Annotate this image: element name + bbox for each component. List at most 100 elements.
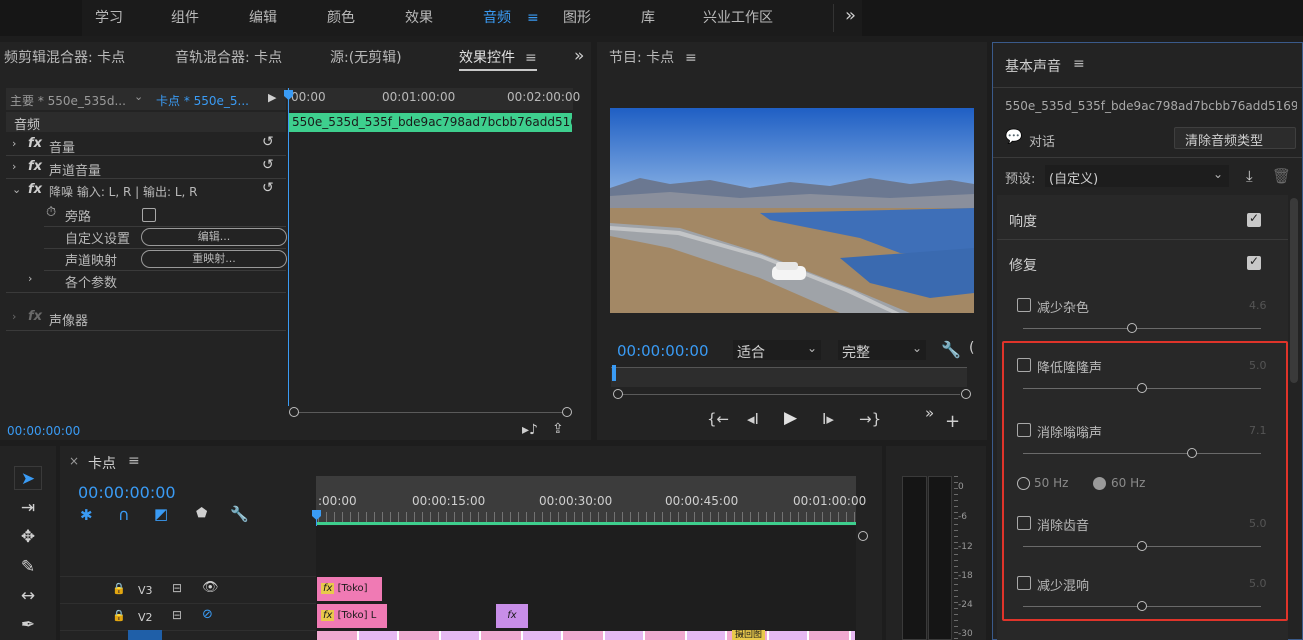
denoise-expand-icon[interactable]: ⌄ [12, 183, 21, 196]
desser-value[interactable]: 5.0 [1249, 517, 1267, 530]
snap-icon[interactable]: ∩ [118, 505, 130, 524]
bypass-checkbox[interactable] [142, 208, 156, 222]
ec-scroll-start-handle[interactable] [289, 407, 299, 417]
channel-volume-fx-icon[interactable]: fx [28, 159, 42, 174]
track-v3-sync-icon[interactable]: ⊟ [172, 581, 182, 595]
menu-overflow-icon[interactable]: » [845, 1, 856, 31]
ec-export-icon[interactable]: ⇪ [552, 421, 564, 437]
track-v2-eye-hidden-icon[interactable]: ⊘ [202, 607, 213, 622]
reduce-rumble-slider-knob[interactable] [1137, 383, 1147, 393]
dehum-value[interactable]: 7.1 [1249, 424, 1267, 437]
reduce-noise-checkbox[interactable] [1017, 298, 1031, 312]
program-timecode[interactable]: 00:00:00:00 [617, 342, 709, 360]
reduce-rumble-value[interactable]: 5.0 [1249, 359, 1267, 372]
clip-v1-strip[interactable] [317, 631, 855, 640]
loudness-label[interactable]: 响度 [1009, 211, 1037, 231]
track-v3-label[interactable]: V3 [138, 584, 153, 597]
volume-reset-icon[interactable]: ↺ [262, 134, 274, 150]
timeline-title[interactable]: 卡点 [88, 453, 116, 473]
timeline-vscroll-handle[interactable] [858, 531, 868, 541]
channel-volume-expand-icon[interactable]: › [12, 160, 16, 173]
es-scrollbar[interactable] [1290, 198, 1298, 383]
repair-label[interactable]: 修复 [1009, 255, 1037, 275]
track-select-tool-icon[interactable]: ⇥ [14, 496, 42, 520]
selection-tool-icon[interactable]: ➤ [14, 466, 42, 490]
add-button-icon[interactable]: + [945, 411, 960, 432]
reduce-noise-value[interactable]: 4.6 [1249, 299, 1267, 312]
preset-dropdown[interactable]: (自定义) ⌄ [1045, 165, 1229, 187]
settings-wrench-icon[interactable]: 🔧 [941, 340, 961, 359]
go-to-in-icon[interactable]: {← [707, 410, 729, 428]
program-zoom-end[interactable] [961, 389, 971, 399]
reverb-value[interactable]: 5.0 [1249, 577, 1267, 590]
slip-tool-icon[interactable]: ↔ [14, 584, 42, 608]
dehum-checkbox[interactable] [1017, 423, 1031, 437]
dehum-slider-track[interactable] [1023, 453, 1261, 454]
reverb-slider-knob[interactable] [1137, 601, 1147, 611]
save-preset-icon[interactable]: ⤓ [1246, 167, 1253, 185]
delete-preset-icon[interactable]: 🗑 [1272, 167, 1291, 185]
program-zoom-track[interactable] [620, 394, 960, 395]
reverb-checkbox[interactable] [1017, 576, 1031, 590]
panner-fx-icon[interactable]: fx [28, 309, 42, 324]
master-clip-label[interactable]: 主要 * 550e_535d... [10, 92, 126, 109]
clip-v2-fx[interactable]: fx [496, 604, 528, 628]
panel-overflow-icon[interactable]: » [574, 41, 584, 71]
menu-effects[interactable]: 效果 [405, 3, 433, 33]
timeline-settings-icon[interactable]: 🔧 [230, 505, 249, 523]
ec-scroll-end-handle[interactable] [562, 407, 572, 417]
nest-toggle-icon[interactable]: ✱ [80, 506, 93, 524]
volume-expand-icon[interactable]: › [12, 137, 16, 150]
panner-expand-icon[interactable]: › [12, 310, 16, 323]
track-v1-target[interactable] [128, 630, 162, 640]
clip-v2-toko[interactable]: fx [Toko] L [317, 604, 387, 628]
params-expand-icon[interactable]: › [28, 272, 32, 285]
reduce-noise-slider-track[interactable] [1023, 328, 1261, 329]
ec-clip-bar[interactable]: 550e_535d_535f_bde9ac798ad7bcbb76add5169… [289, 113, 572, 132]
timeline-work-area-bar[interactable] [316, 522, 856, 525]
ec-play-audio-icon[interactable]: ▸♪ [522, 422, 538, 438]
program-title[interactable]: 节目: 卡点 [609, 43, 674, 73]
track-v3-lock-icon[interactable]: 🔒 [112, 582, 126, 595]
program-overflow-icon[interactable]: ( [969, 340, 974, 356]
clear-audio-type-button[interactable]: 清除音频类型 [1174, 127, 1296, 149]
video-frame[interactable] [610, 108, 974, 313]
volume-fx-icon[interactable]: fx [28, 136, 42, 151]
menu-audio-hamburger-icon[interactable]: ≡ [527, 3, 539, 33]
channel-volume-reset-icon[interactable]: ↺ [262, 157, 274, 173]
menu-edit[interactable]: 编辑 [249, 3, 277, 33]
ripple-edit-tool-icon[interactable]: ✥ [14, 525, 42, 549]
tab-track-mixer[interactable]: 音轨混合器: 卡点 [175, 43, 282, 73]
menu-assembly[interactable]: 组件 [171, 3, 199, 33]
clip-label[interactable]: 卡点 * 550e_5... [156, 92, 249, 109]
program-scrubber-playhead[interactable] [612, 365, 616, 381]
edit-button[interactable]: 编辑... [141, 228, 287, 246]
timeline-close-icon[interactable]: × [69, 454, 79, 468]
fit-dropdown[interactable]: 适合 ⌄ [733, 340, 821, 361]
desser-checkbox[interactable] [1017, 516, 1031, 530]
menu-color[interactable]: 颜色 [327, 3, 355, 33]
track-v3-eye-icon[interactable]: 👁 [202, 580, 219, 595]
reduce-rumble-checkbox[interactable] [1017, 358, 1031, 372]
razor-tool-icon[interactable]: ✎ [14, 555, 42, 579]
ec-scroll-track[interactable] [294, 412, 566, 413]
essential-sound-menu-icon[interactable]: ≡ [1073, 56, 1085, 72]
timeline-timecode[interactable]: 00:00:00:00 [78, 483, 176, 502]
menu-audio[interactable]: 音频 [483, 3, 511, 33]
tab-clip-mixer[interactable]: 频剪辑混合器: 卡点 [4, 43, 125, 73]
step-back-icon[interactable]: ◂I [747, 410, 759, 428]
ec-playhead[interactable] [288, 88, 289, 406]
track-v2-label[interactable]: V2 [138, 611, 153, 624]
desser-slider-knob[interactable] [1137, 541, 1147, 551]
ec-timecode[interactable]: 00:00:00:00 [7, 424, 80, 438]
track-v2-lock-icon[interactable]: 🔒 [112, 609, 126, 622]
master-chevron-icon[interactable]: ⌄ [134, 90, 143, 103]
step-forward-icon[interactable]: I▸ [822, 410, 834, 428]
monitor-overflow-icon[interactable]: » [925, 404, 934, 422]
program-scrubber[interactable] [611, 367, 967, 387]
menu-learn[interactable]: 学习 [95, 3, 123, 33]
clip-v3-toko[interactable]: fx [Toko] [317, 577, 382, 601]
repair-checkbox[interactable] [1247, 254, 1261, 270]
track-v2-sync-icon[interactable]: ⊟ [172, 608, 182, 622]
hz50-radio[interactable] [1017, 477, 1030, 490]
